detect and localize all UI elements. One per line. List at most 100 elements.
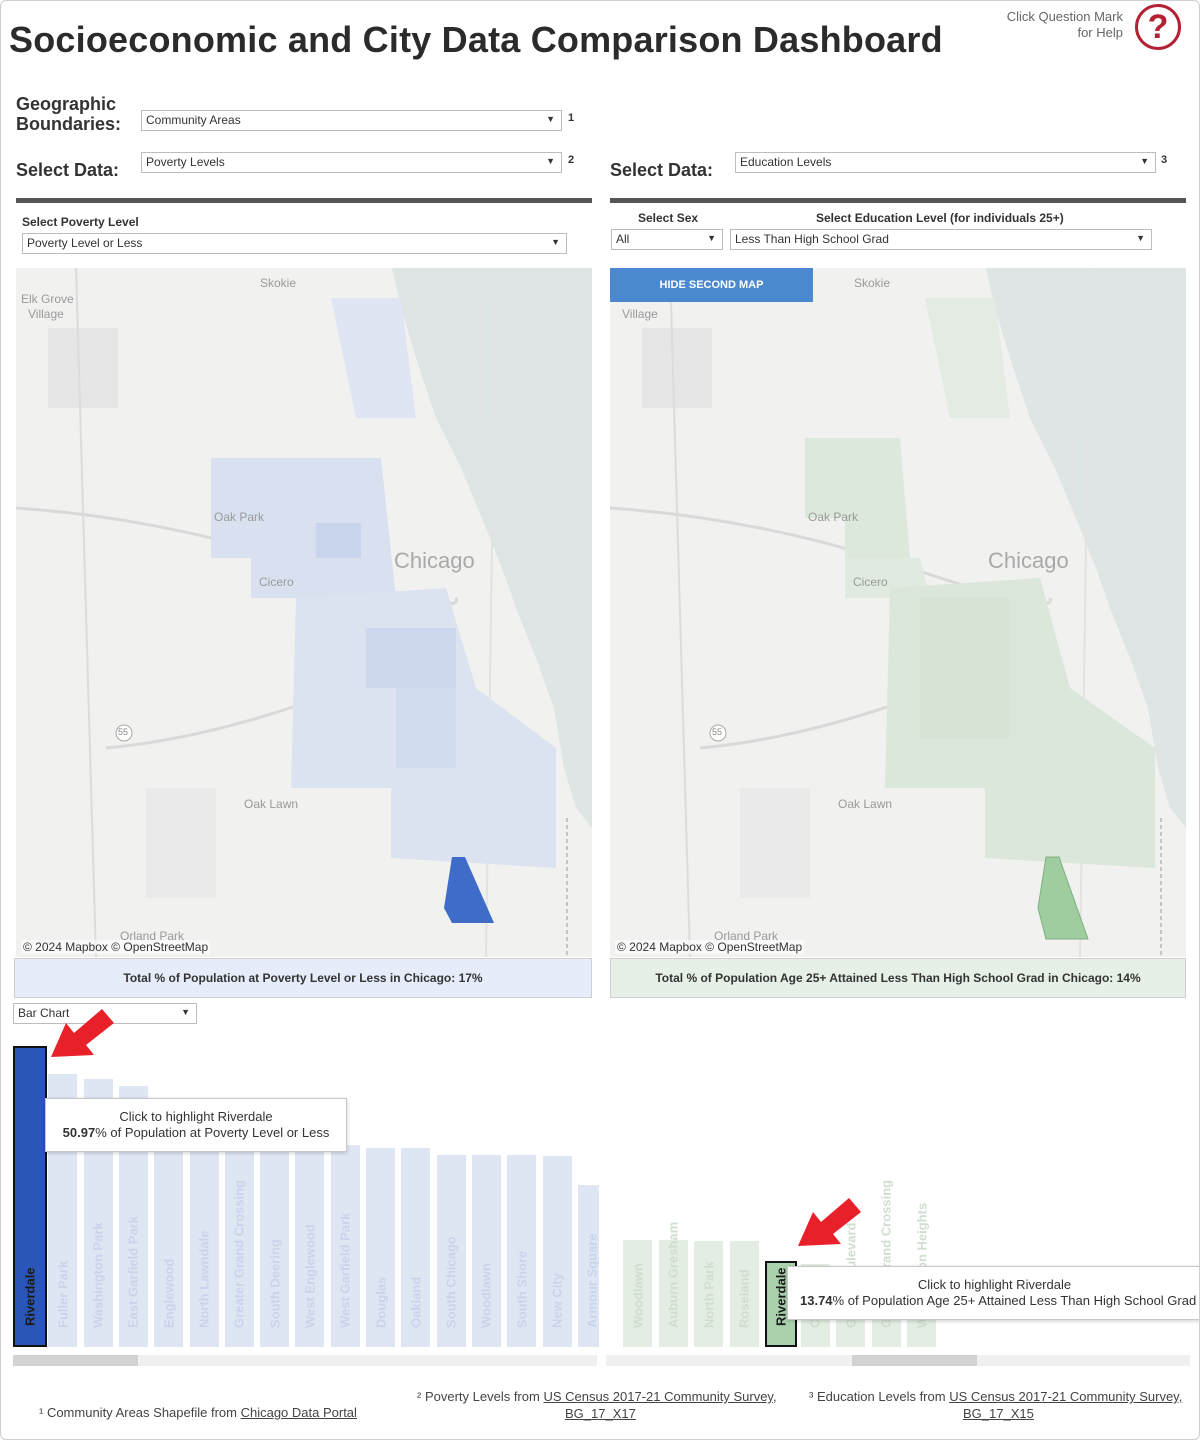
map-label-cicero: Cicero	[259, 575, 294, 589]
map-attribution[interactable]: © 2024 Mapbox © OpenStreetMap	[21, 940, 211, 954]
poverty-chart-scrollbar[interactable]	[13, 1355, 597, 1366]
right-divider	[610, 198, 1186, 203]
bar-douglas[interactable]: Douglas	[366, 1148, 395, 1347]
chevron-down-icon: ▼	[551, 237, 560, 247]
map-label-cicero: Cicero	[853, 575, 888, 589]
hide-second-map-button[interactable]: HIDE SECOND MAP	[610, 268, 813, 302]
chevron-down-icon: ▼	[707, 233, 716, 243]
bar-label: South Deering	[267, 1239, 283, 1328]
bar-englewood[interactable]: Englewood	[154, 1134, 184, 1347]
education-chart-scrollbar[interactable]	[606, 1355, 1190, 1366]
footnote-3: ³ Education Levels from US Census 2017-2…	[809, 1388, 1182, 1422]
bar-north-park[interactable]: North Park	[694, 1241, 723, 1347]
bar-auburn-gresham[interactable]: Auburn Gresham	[658, 1222, 688, 1347]
bar-woodlawn[interactable]: Woodlawn	[471, 1155, 501, 1347]
bar-label: Oakland	[408, 1276, 424, 1328]
interstate-55-marker: 55	[118, 727, 129, 737]
education-level-label: Select Education Level (for individuals …	[816, 211, 1064, 225]
bar-armour-square[interactable]: Armour Square	[577, 1185, 599, 1347]
tooltip-text: % of Population at Poverty Level or Less	[95, 1125, 330, 1140]
left-divider	[16, 198, 592, 203]
poverty-bar-chart: Riverdale Fuller Park Washington Park East …	[13, 1031, 599, 1347]
question-mark-icon[interactable]: ?	[1135, 4, 1181, 50]
tooltip-text: % of Population Age 25+ Attained Less Th…	[832, 1293, 1197, 1308]
help-hint: Click Question Mark for Help	[1007, 9, 1123, 41]
census-education-table-link[interactable]: BG_17_X15	[963, 1406, 1034, 1421]
education-chart-scroll-thumb[interactable]	[852, 1355, 977, 1366]
bar-label: North Park	[701, 1261, 716, 1328]
footnote-2-text: ² Poverty Levels from	[417, 1389, 544, 1404]
chevron-down-icon: ▼	[181, 1007, 190, 1017]
geo-label-line2: Boundaries:	[16, 114, 122, 134]
right-data-dropdown[interactable]: Education Levels ▼	[735, 152, 1156, 173]
footnote-ref-1: 1	[568, 112, 575, 124]
sex-label: Select Sex	[638, 211, 699, 225]
bar-label: Riverdale	[22, 1267, 38, 1326]
map-label-oak-park: Oak Park	[214, 510, 265, 524]
bar-west-garfield-park[interactable]: West Garfield Park	[330, 1145, 360, 1347]
bar-riverdale[interactable]: Riverdale	[13, 1046, 47, 1347]
poverty-map[interactable]: Elk Grove Village Skokie Oak Park Chicag…	[16, 268, 592, 957]
chicago-data-portal-link[interactable]: Chicago Data Portal	[241, 1405, 357, 1420]
bar-label: North Lawndale	[196, 1230, 212, 1328]
census-education-link[interactable]: US Census 2017-21 Community Survey,	[949, 1389, 1182, 1404]
chevron-down-icon: ▼	[1140, 156, 1149, 166]
interstate-55-marker: 55	[712, 727, 723, 737]
poverty-tooltip: Click to highlight Riverdale 50.97% of P…	[45, 1098, 347, 1152]
bar-label: West Englewood	[302, 1224, 318, 1328]
map-label-village: Village	[28, 307, 64, 321]
geo-boundaries-label: Geographic Boundaries:	[16, 94, 121, 134]
bar-woodlawn[interactable]: Woodlawn	[623, 1240, 652, 1347]
tooltip-title: Click to highlight Riverdale	[917, 1277, 1072, 1292]
footnote-1-text: ¹ Community Areas Shapefile from	[39, 1405, 241, 1420]
bar-greater-grand-crossing[interactable]: Greater Grand Crossing	[224, 1138, 254, 1347]
map-label-skokie: Skokie	[854, 276, 891, 290]
bar-south-shore[interactable]: South Shore	[507, 1155, 537, 1347]
tooltip-title: Click to highlight Riverdale	[119, 1109, 273, 1124]
map-attribution[interactable]: © 2024 Mapbox © OpenStreetMap	[615, 940, 805, 954]
chevron-down-icon: ▼	[546, 156, 555, 166]
education-map[interactable]: Village Skokie Oak Park Chicago Cicero O…	[610, 268, 1186, 957]
census-poverty-table-link[interactable]: BG_17_X17	[565, 1406, 636, 1421]
poverty-level-label: Select Poverty Level	[22, 215, 139, 229]
education-level-value: Less Than High School Grad	[735, 232, 889, 246]
geo-label-line1: Geographic	[16, 94, 117, 114]
bar-label: Woodlawn	[478, 1263, 494, 1328]
bar-south-deering[interactable]: South Deering	[260, 1139, 290, 1347]
education-level-dropdown[interactable]: Less Than High School Grad ▼	[730, 229, 1152, 250]
footnote-ref-3: 3	[1161, 154, 1168, 166]
select-data-label-right: Select Data:	[610, 160, 714, 180]
map-label-oak-lawn: Oak Lawn	[244, 797, 299, 811]
bar-label: Auburn Gresham	[665, 1221, 681, 1328]
bar-south-chicago[interactable]: South Chicago	[436, 1155, 466, 1347]
bar-north-lawndale[interactable]: North Lawndale	[189, 1137, 219, 1347]
map-label-chicago: Chicago	[988, 548, 1069, 573]
poverty-level-dropdown[interactable]: Poverty Level or Less ▼	[22, 233, 567, 254]
footnote-1: ¹ Community Areas Shapefile from Chicago…	[39, 1404, 357, 1421]
right-data-value: Education Levels	[740, 155, 832, 169]
footnote-3-text: ³ Education Levels from	[809, 1389, 950, 1404]
census-poverty-link[interactable]: US Census 2017-21 Community Survey,	[543, 1389, 776, 1404]
footnote-ref-2: 2	[568, 154, 575, 166]
geo-boundaries-dropdown[interactable]: Community Areas ▼	[141, 110, 562, 131]
map-label-village: Village	[622, 307, 658, 321]
bar-label: Englewood	[161, 1258, 177, 1328]
poverty-map-canvas	[16, 268, 592, 957]
dashboard: Socioeconomic and City Data Comparison D…	[0, 0, 1200, 1440]
bar-label: Greater Grand Crossing	[231, 1179, 247, 1328]
bar-west-englewood[interactable]: West Englewood	[295, 1139, 325, 1347]
left-data-dropdown[interactable]: Poverty Levels ▼	[141, 152, 562, 173]
bar-label: Washington Park	[90, 1222, 106, 1328]
bar-new-city[interactable]: New City	[542, 1156, 572, 1347]
bar-label: East Garfield Park	[125, 1216, 141, 1328]
poverty-chart-scroll-thumb[interactable]	[13, 1355, 138, 1366]
tooltip-body: 13.74% of Population Age 25+ Attained Le…	[800, 1293, 1196, 1309]
bar-label: South Chicago	[443, 1236, 459, 1328]
bar-label: Douglas	[373, 1276, 388, 1328]
bar-roseland[interactable]: Roseland	[729, 1241, 759, 1347]
red-arrow-icon	[798, 1198, 861, 1246]
bar-label: West Garfield Park	[337, 1212, 353, 1328]
sex-dropdown[interactable]: All ▼	[611, 229, 723, 250]
bar-label: Fuller Park	[55, 1260, 71, 1328]
bar-oakland[interactable]: Oakland	[401, 1148, 431, 1347]
